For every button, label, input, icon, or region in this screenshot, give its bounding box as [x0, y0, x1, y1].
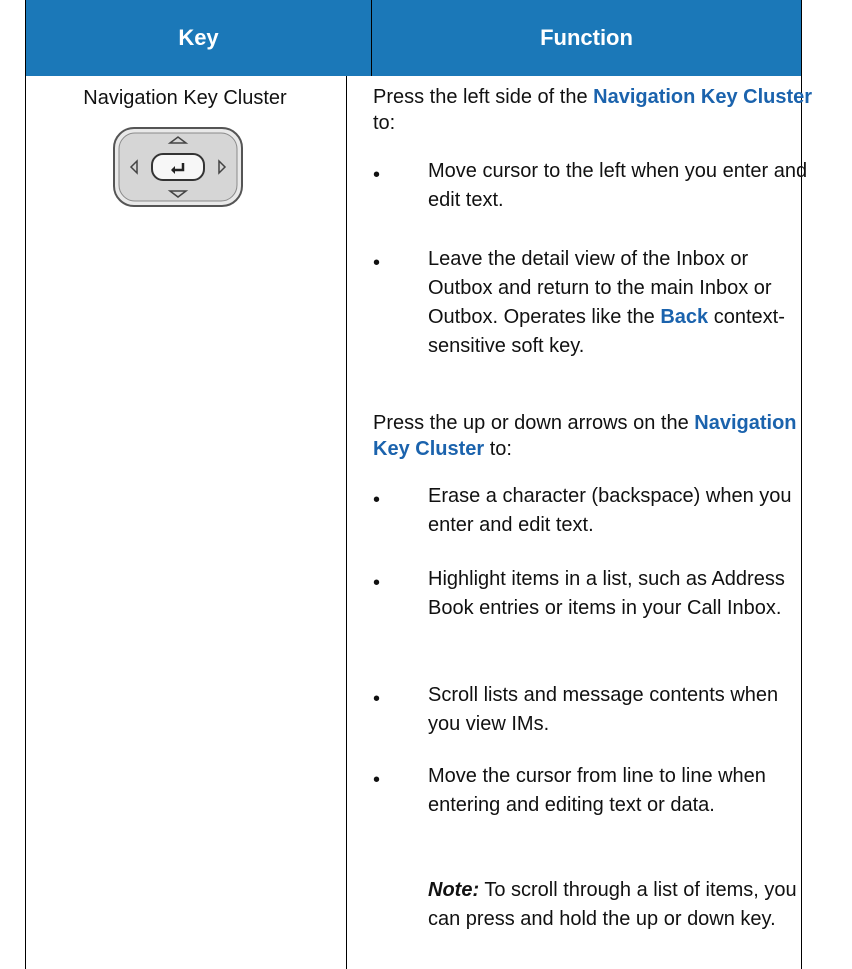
key-name: Navigation Key Cluster: [83, 87, 287, 109]
back-keyword: Back: [660, 306, 709, 328]
navigation-key-cluster-icon: [113, 127, 243, 207]
intro-updown-suffix: to:: [484, 438, 512, 460]
list-item: Erase a character (backspace) when you e…: [428, 485, 792, 536]
bullet-symbol: •: [373, 769, 381, 791]
intro-left-keyword: Navigation Key Cluster: [593, 86, 813, 108]
header-key: Key: [178, 25, 219, 50]
list-item: Scroll lists and message contents when y…: [428, 684, 779, 735]
intro-updown: Press the up or down arrows on the Navig…: [373, 410, 823, 462]
note: Note: To scroll through a list of items,…: [428, 876, 808, 934]
list-item: Move the cursor from line to line when e…: [428, 765, 766, 816]
list-item: Leave the detail view of the Inbox or Ou…: [428, 245, 808, 361]
table-header: Key Function: [26, 0, 801, 76]
list-item: Highlight items in a list, such as Addre…: [428, 568, 785, 619]
bullet-symbol: •: [373, 252, 381, 274]
intro-updown-text: Press the up or down arrows on the: [373, 412, 695, 434]
bullet-symbol: •: [373, 572, 381, 594]
intro-left-text: Press the left side of the: [373, 86, 594, 108]
header-function: Function: [540, 25, 633, 50]
note-label: Note:: [428, 879, 480, 901]
column-divider: [346, 76, 347, 969]
intro-left: Press the left side of the Navigation Ke…: [373, 84, 823, 136]
bullet-symbol: •: [373, 489, 381, 511]
intro-left-suffix: to:: [373, 112, 396, 134]
bullet-symbol: •: [373, 164, 381, 186]
note-text: To scroll through a list of items, you c…: [428, 879, 797, 930]
list-item: Move cursor to the left when you enter a…: [428, 160, 808, 211]
bullet-symbol: •: [373, 688, 381, 710]
